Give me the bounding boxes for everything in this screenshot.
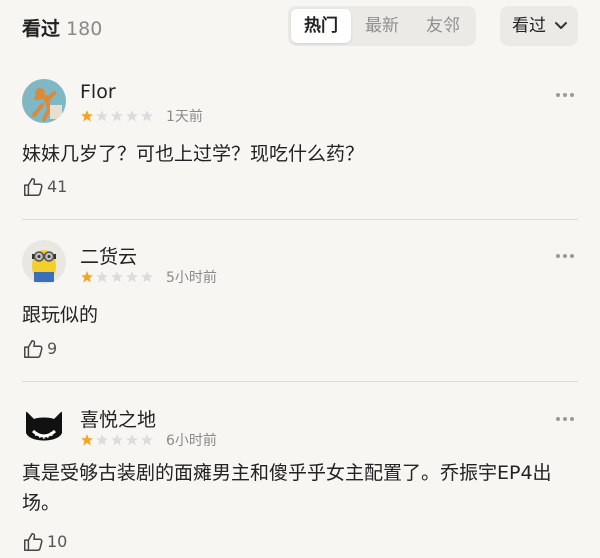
- user-avatar-image: [22, 240, 66, 284]
- divider: [22, 381, 578, 382]
- tab-latest[interactable]: 最新: [352, 9, 412, 43]
- like-count: 10: [47, 532, 68, 551]
- star-filled-icon: [81, 271, 93, 283]
- like-button[interactable]: 41: [22, 176, 67, 198]
- star-empty-icon: [126, 434, 138, 446]
- star-empty-icon: [126, 271, 138, 283]
- star-empty-icon: [96, 271, 108, 283]
- star-filled-icon: [81, 434, 93, 446]
- like-button[interactable]: 10: [22, 531, 67, 553]
- tab-hot[interactable]: 热门: [291, 9, 351, 43]
- star-empty-icon: [96, 110, 108, 122]
- star-empty-icon: [141, 271, 153, 283]
- more-options-icon[interactable]: [556, 93, 578, 99]
- user-avatar-image: [22, 79, 66, 123]
- like-count: 9: [47, 339, 58, 358]
- more-options-icon[interactable]: [556, 254, 578, 260]
- star-empty-icon: [111, 110, 123, 122]
- like-button[interactable]: 9: [22, 338, 57, 360]
- comments-header: 看过 180 热门 最新 友邻 看过: [0, 0, 600, 56]
- username[interactable]: 二货云: [80, 242, 137, 269]
- comment-text: 真是受够古装剧的面瘫男主和傻乎乎女主配置了。乔振宇EP4出场。: [22, 462, 552, 514]
- thumbs-up-icon: [24, 178, 43, 196]
- avatar[interactable]: [22, 403, 66, 447]
- thumbs-up-icon: [24, 340, 43, 358]
- username[interactable]: 喜悦之地: [80, 405, 156, 432]
- comment-time: 1天前: [166, 109, 203, 125]
- star-empty-icon: [141, 110, 153, 122]
- comment-text: 妹妹几岁了？可也上过学？现吃什么药？: [22, 143, 365, 165]
- thumbs-up-icon: [24, 533, 43, 551]
- seen-count: 180: [66, 18, 103, 40]
- comment-item: Flor 1天前 妹妹几岁了？可也上过学？现吃什么药？ 41: [0, 79, 600, 219]
- user-avatar-image: [22, 403, 66, 447]
- seen-title: 看过: [22, 18, 61, 40]
- rating-stars: [80, 109, 155, 123]
- like-count: 41: [47, 177, 68, 196]
- seen-count-label: 看过 180: [22, 14, 102, 41]
- star-empty-icon: [141, 434, 153, 446]
- star-empty-icon: [111, 434, 123, 446]
- username[interactable]: Flor: [80, 81, 116, 103]
- divider: [22, 219, 578, 220]
- comment-time: 6小时前: [166, 433, 217, 449]
- star-empty-icon: [111, 271, 123, 283]
- comment-time: 5小时前: [166, 270, 217, 286]
- star-filled-icon: [81, 110, 93, 122]
- filter-label: 看过: [512, 16, 546, 36]
- watched-filter-dropdown[interactable]: 看过: [500, 6, 578, 46]
- rating-stars: [80, 270, 155, 284]
- avatar[interactable]: [22, 79, 66, 123]
- rating-stars: [80, 433, 155, 447]
- comment-item: 喜悦之地 6小时前 真是受够古装剧的面瘫男主和傻乎乎女主配置了。乔振宇EP4出场…: [0, 403, 600, 558]
- more-options-icon[interactable]: [556, 417, 578, 423]
- comment-item: 二货云 5小时前 跟玩似的 9: [0, 240, 600, 380]
- avatar[interactable]: [22, 240, 66, 284]
- comment-text: 跟玩似的: [22, 304, 99, 326]
- star-empty-icon: [126, 110, 138, 122]
- sort-tabs: 热门 最新 友邻: [288, 6, 476, 46]
- chevron-down-icon: [555, 22, 567, 29]
- tab-friends[interactable]: 友邻: [413, 9, 473, 43]
- star-empty-icon: [96, 434, 108, 446]
